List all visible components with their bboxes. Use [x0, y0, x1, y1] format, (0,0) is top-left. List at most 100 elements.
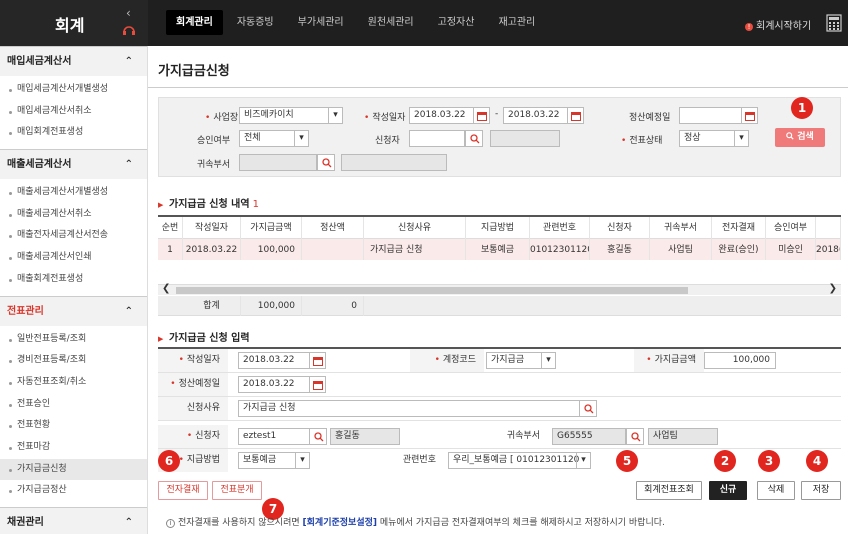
calendar-icon[interactable]	[309, 376, 326, 393]
chevron-up-icon[interactable]: ⌃	[125, 47, 133, 77]
request-list-table: 순번 작성일자 가지급금액 정산액 신청사유 지급방법 관련번호 신청자 귀속부…	[158, 215, 841, 261]
chevron-left-icon[interactable]: ‹	[126, 6, 131, 20]
dept-code-field[interactable]	[239, 154, 317, 171]
tab-inventory[interactable]: 재고관리	[488, 10, 545, 35]
applicant-label-text: 신청자	[195, 431, 220, 441]
calendar-icon[interactable]	[567, 107, 584, 124]
settings-link[interactable]: [회계기준정보설정]	[303, 518, 377, 528]
approval-select[interactable]: 전체	[239, 130, 309, 147]
sidebar-section-title: 채권관리	[7, 517, 44, 528]
sidebar-section-receivables[interactable]: 채권관리 ⌃	[0, 507, 147, 534]
table-header-row: 순번 작성일자 가지급금액 정산액 신청사유 지급방법 관련번호 신청자 귀속부…	[158, 217, 841, 239]
cell-write-date: 2018.03.22	[183, 239, 241, 261]
sidebar-item[interactable]: 매출세금계산서인쇄	[0, 247, 147, 269]
chevron-up-icon[interactable]: ⌃	[125, 150, 133, 180]
app-title: 회계	[55, 16, 85, 35]
search-button[interactable]: 검색	[775, 128, 825, 147]
sidebar-item[interactable]: 전표마감	[0, 437, 147, 459]
sidebar-section-sales-tax[interactable]: 매출세금계산서 ⌃	[0, 149, 147, 180]
sidebar-item-advance-request[interactable]: 가지급금신청	[0, 458, 147, 481]
search-icon[interactable]	[579, 400, 597, 417]
alert-icon: !	[745, 23, 753, 31]
write-date-label: • 작성일자	[158, 349, 228, 372]
table-row[interactable]: 1 2018.03.22 100,000 가지급금 신청 보통예금 010123…	[158, 239, 841, 261]
amount-input[interactable]: 100,000	[704, 352, 776, 369]
sidebar-item[interactable]: 전표승인	[0, 394, 147, 416]
account-code-select[interactable]: 가지급금	[486, 352, 556, 369]
tab-accounting[interactable]: 회계관리	[166, 10, 223, 35]
sidebar-item[interactable]: 매출전자세금계산서전송	[0, 225, 147, 247]
sidebar-section-slip[interactable]: 전표관리 ⌃	[0, 295, 147, 327]
list-section-title: ▶ 가지급금 신청 내역 1	[158, 195, 259, 210]
form-section-title: ▶ 가지급금 신청 입력	[158, 329, 250, 344]
info-icon: i	[166, 519, 175, 528]
settle-date-input[interactable]	[679, 107, 742, 124]
slip-split-button[interactable]: 전표분개	[212, 481, 262, 500]
tab-vat[interactable]: 부가세관리	[288, 10, 354, 35]
write-date-label-text: 작성일자	[372, 113, 406, 123]
sidebar-section-title: 전표관리	[7, 305, 44, 317]
horizontal-scrollbar[interactable]: ❮ ❯	[158, 283, 841, 295]
search-icon	[786, 132, 794, 140]
cell-amount: 100,000	[241, 239, 302, 261]
column-header: 전자결재	[712, 217, 766, 239]
top-bar: 회계 ‹ 회계관리 자동증빙 부가세관리 원천세관리 고정자산 재고관리 ! 회계…	[0, 0, 848, 46]
pay-method-label-text: 지급방법	[186, 455, 220, 465]
slip-lookup-button[interactable]: 회계전표조회	[636, 481, 702, 500]
reason-input[interactable]: 가지급금 신청	[238, 400, 580, 417]
search-icon[interactable]	[309, 428, 327, 445]
chevron-up-icon[interactable]: ⌃	[125, 508, 133, 534]
sidebar-item[interactable]: 전표현황	[0, 415, 147, 437]
sidebar-item[interactable]: 매입세금계산서개별생성	[0, 79, 147, 101]
sidebar-section-purchase-tax[interactable]: 매입세금계산서 ⌃	[0, 46, 147, 76]
column-header: 승인여부	[766, 217, 816, 239]
scroll-right-icon[interactable]: ❯	[829, 283, 837, 294]
tab-fixed-assets[interactable]: 고정자산	[428, 10, 485, 35]
chevron-up-icon[interactable]: ⌃	[125, 297, 133, 327]
pay-method-select[interactable]: 보통예금	[238, 452, 310, 469]
cell-settled	[302, 239, 364, 261]
delete-button[interactable]: 삭제	[757, 481, 795, 500]
table-empty-area	[158, 260, 841, 284]
tab-auto-evidence[interactable]: 자동증빙	[227, 10, 284, 35]
e-approval-button[interactable]: 전자결재	[158, 481, 208, 500]
sidebar-item[interactable]: 일반전표등록/조회	[0, 329, 147, 351]
form-row: 신청사유 가지급금 신청	[158, 397, 841, 421]
date-to-input[interactable]: 2018.03.22	[503, 107, 568, 124]
calendar-icon[interactable]	[473, 107, 490, 124]
tab-withholding[interactable]: 원천세관리	[358, 10, 424, 35]
sidebar-item[interactable]: 매입세금계산서취소	[0, 101, 147, 123]
sidebar-item[interactable]: 매출세금계산서취소	[0, 204, 147, 226]
ref-no-select[interactable]: 우리_보통예금 [ 01012301120	[448, 452, 591, 469]
business-select[interactable]: 비즈메카이치	[239, 107, 343, 124]
scrollbar-thumb[interactable]	[176, 287, 688, 294]
sidebar-item[interactable]: 경비전표등록/조회	[0, 350, 147, 372]
section-marker-icon: ▶	[158, 201, 164, 209]
search-icon[interactable]	[626, 428, 644, 445]
applicant-input[interactable]	[409, 130, 465, 147]
applicant-id-input[interactable]: eztest1	[238, 428, 310, 445]
headset-icon[interactable]	[122, 24, 136, 36]
dept-code-input[interactable]: G65555	[552, 428, 626, 445]
sidebar-item[interactable]: 매출회계전표생성	[0, 269, 147, 291]
start-accounting-link[interactable]: ! 회계시작하기	[745, 17, 811, 32]
sidebar-item[interactable]: 자동전표조회/취소	[0, 372, 147, 394]
save-button[interactable]: 저장	[801, 481, 841, 500]
write-date-input[interactable]: 2018.03.22	[238, 352, 310, 369]
sidebar-item[interactable]: 매출세금계산서개별생성	[0, 182, 147, 204]
applicant-name-field	[490, 130, 560, 147]
calendar-icon[interactable]	[309, 352, 326, 369]
scroll-left-icon[interactable]: ❮	[162, 283, 170, 294]
new-button[interactable]: 신규	[709, 481, 747, 500]
slip-status-select[interactable]: 정상	[679, 130, 749, 147]
calculator-icon[interactable]	[826, 14, 842, 32]
settle-date-input[interactable]: 2018.03.22	[238, 376, 310, 393]
calendar-icon[interactable]	[741, 107, 758, 124]
sidebar-item[interactable]: 가지급금정산	[0, 480, 147, 502]
search-icon[interactable]	[465, 130, 483, 147]
search-icon[interactable]	[317, 154, 335, 171]
cell-extra: 2018(	[816, 239, 841, 261]
sidebar-section-title: 매입세금계산서	[7, 56, 72, 67]
date-from-input[interactable]: 2018.03.22	[409, 107, 474, 124]
sidebar-item[interactable]: 매입회계전표생성	[0, 122, 147, 144]
